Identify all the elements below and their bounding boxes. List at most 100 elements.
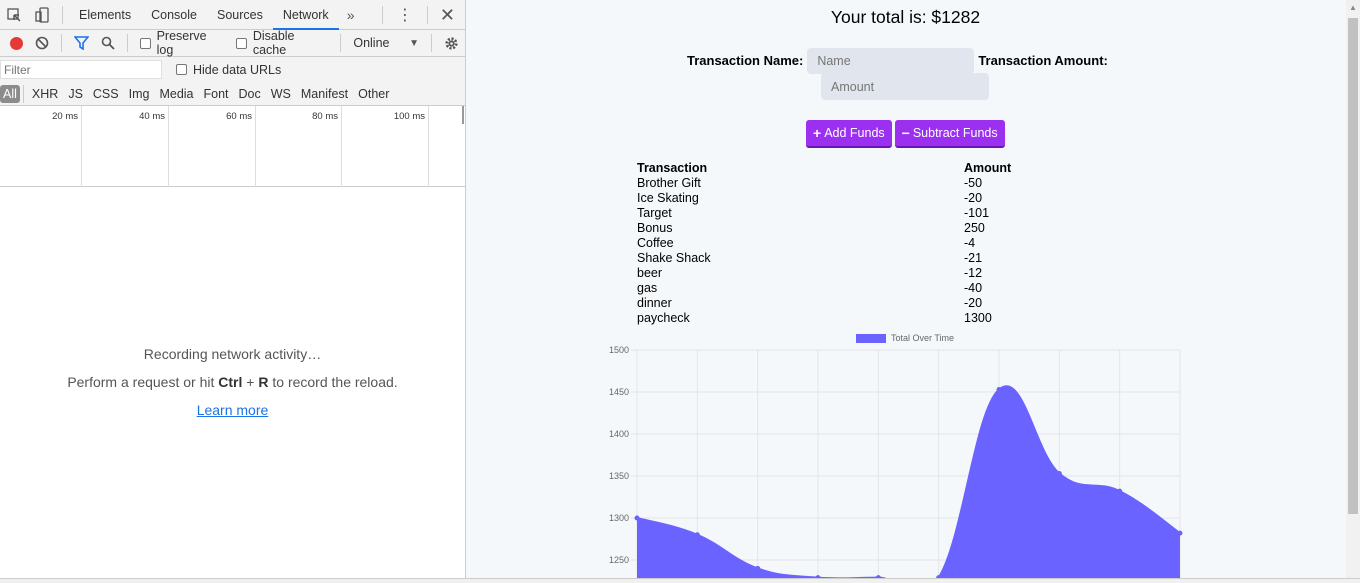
table-row: Ice Skating -20 (637, 191, 1017, 206)
transaction-amount-cell: -40 (964, 281, 983, 295)
toolbar-divider (431, 34, 432, 52)
column-header-transaction: Transaction (637, 161, 708, 175)
add-funds-button[interactable]: + Add Funds (806, 120, 892, 148)
clear-icon (35, 36, 49, 50)
y-tick-label: 1250 (609, 555, 629, 565)
network-settings-button[interactable] (438, 30, 465, 57)
toolbar-divider (426, 6, 428, 24)
data-point (996, 386, 1002, 392)
devtools-panel: Elements Console Sources Network » ⋮ ✕ P… (0, 0, 466, 583)
y-tick-label: 1350 (609, 471, 629, 481)
subtract-funds-button[interactable]: − Subtract Funds (894, 120, 1005, 148)
hide-data-urls-label: Hide data URLs (193, 62, 282, 77)
table-row: Coffee -4 (637, 236, 1017, 251)
devtools-tab-bar: Elements Console Sources Network » ⋮ ✕ (0, 0, 465, 30)
disable-cache-label: Disable cache (252, 29, 295, 57)
gear-icon (445, 36, 458, 50)
learn-more-link[interactable]: Learn more (0, 402, 465, 418)
transaction-amount-cell: 1300 (964, 311, 992, 325)
transaction-amount-cell: -12 (964, 266, 983, 280)
transaction-name-cell: gas (637, 281, 658, 295)
data-point (1177, 530, 1183, 536)
filter-icon (73, 36, 89, 50)
transaction-amount-cell: 250 (964, 221, 985, 235)
scroll-thumb[interactable] (1348, 18, 1358, 514)
more-tabs-icon[interactable]: » (339, 7, 363, 23)
legend-swatch (856, 334, 886, 343)
transaction-amount-cell: -20 (964, 191, 983, 205)
scroll-up-icon[interactable]: ▲ (1349, 3, 1357, 12)
window-bottom-edge (0, 578, 1360, 583)
plus-icon: + (813, 125, 822, 141)
transaction-amount-input[interactable] (821, 73, 989, 100)
clear-button[interactable] (29, 30, 55, 57)
subtract-funds-label: Subtract Funds (912, 126, 998, 140)
fund-buttons: + Add Funds − Subtract Funds (806, 120, 1005, 148)
timeline-tick: 60 ms (169, 106, 256, 187)
kebab-menu-icon[interactable]: ⋮ (389, 5, 421, 25)
throttle-value: Online (353, 36, 390, 50)
search-button[interactable] (95, 30, 121, 57)
total-over-time-chart: 1500 1450 1400 1350 1300 1250 Total Over Time (596, 330, 1186, 583)
type-filter-doc[interactable]: Doc (234, 85, 266, 103)
type-filter-ws[interactable]: WS (266, 85, 296, 103)
table-body: Brother Gift -50 Ice Skating -20 Target -101 B… (637, 176, 1017, 326)
transaction-name-cell: Brother Gift (637, 176, 701, 190)
tab-network[interactable]: Network (272, 0, 339, 30)
type-filter-css[interactable]: CSS (88, 85, 124, 103)
transaction-name-cell: dinner (637, 296, 672, 310)
type-filter-other[interactable]: Other (353, 85, 394, 103)
disable-cache-checkbox[interactable]: Disable cache (230, 29, 334, 57)
table-header: Transaction Amount (637, 161, 1017, 176)
tab-elements[interactable]: Elements (69, 0, 141, 30)
timeline-tick: 40 ms (82, 106, 169, 187)
type-filter-all[interactable]: All (0, 84, 20, 103)
table-row: Brother Gift -50 (637, 176, 1017, 191)
series-area-total-over-time (637, 386, 1180, 583)
timeline-cursor (462, 106, 464, 124)
toolbar-divider (126, 34, 128, 52)
type-filter-font[interactable]: Font (199, 85, 234, 103)
timeline-tick: 100 ms (342, 106, 429, 187)
chart-svg: 1500 1450 1400 1350 1300 1250 Total Over Time (609, 333, 1183, 583)
type-filter-media[interactable]: Media (154, 85, 198, 103)
device-toolbar-icon[interactable] (28, 0, 56, 30)
close-icon[interactable]: ✕ (434, 5, 465, 26)
throttle-select[interactable]: Online ▼ (347, 36, 425, 50)
preserve-log-checkbox[interactable]: Preserve log (134, 29, 230, 57)
record-button[interactable] (4, 30, 29, 57)
reload-hint: Perform a request or hit Ctrl + R to rec… (0, 374, 465, 390)
y-tick-label: 1500 (609, 345, 629, 355)
type-filter-xhr[interactable]: XHR (27, 85, 63, 103)
tab-sources[interactable]: Sources (207, 0, 273, 30)
inspect-element-icon[interactable] (0, 0, 28, 30)
timeline-tick: 80 ms (256, 106, 342, 187)
reload-hint-prefix: Perform a request or hit (67, 374, 219, 390)
page-scrollbar[interactable]: ▲ (1346, 0, 1360, 583)
network-timeline-overview[interactable]: 20 ms 40 ms 60 ms 80 ms 100 ms (0, 106, 465, 187)
amount-label: Transaction Amount: (978, 53, 1108, 68)
filter-input[interactable] (0, 60, 162, 79)
learn-more-label[interactable]: Learn more (197, 402, 269, 418)
transaction-name-input[interactable] (807, 48, 975, 74)
type-filter-img[interactable]: Img (124, 85, 155, 103)
table-row: Shake Shack -21 (637, 251, 1017, 266)
tab-console[interactable]: Console (141, 0, 207, 30)
transaction-name-cell: Shake Shack (637, 251, 711, 265)
r-key: R (258, 374, 269, 390)
budget-app: Your total is: $1282 Transaction Name: T… (466, 0, 1346, 583)
type-filter-manifest[interactable]: Manifest (296, 85, 353, 103)
transaction-amount-cell: -20 (964, 296, 983, 310)
transaction-name-cell: beer (637, 266, 663, 280)
ctrl-key: Ctrl (218, 374, 243, 390)
hide-data-urls-checkbox[interactable]: Hide data URLs (176, 63, 281, 77)
type-filter-js[interactable]: JS (63, 85, 88, 103)
record-icon (10, 36, 23, 50)
filter-toggle-button[interactable] (68, 30, 95, 57)
add-funds-label: Add Funds (824, 126, 885, 140)
transaction-amount-cell: -101 (964, 206, 990, 220)
table-row: dinner -20 (637, 296, 1017, 311)
recording-message: Recording network activity… (143, 346, 322, 362)
table-row: Target -101 (637, 206, 1017, 221)
filter-bar: Hide data URLs (0, 57, 465, 82)
